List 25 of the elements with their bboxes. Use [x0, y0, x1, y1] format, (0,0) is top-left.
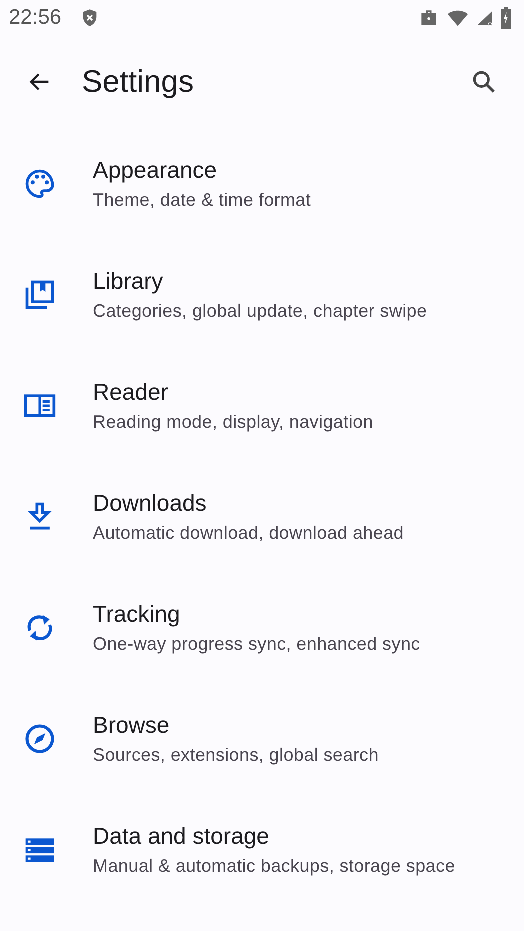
item-subtitle: Theme, date & time format [93, 190, 312, 210]
item-title: Downloads [93, 490, 208, 516]
settings-item[interactable]: Tracking One-way progress sync, enhanced sync [0, 572, 524, 683]
item-title: Library [93, 268, 164, 294]
item-subtitle: One-way progress sync, enhanced sync [93, 634, 420, 654]
item-title: Reader [93, 378, 170, 406]
settings-item[interactable]: Downloads Automatic download, download ahead [0, 461, 524, 572]
item-title: Appearance [93, 156, 218, 184]
item-title: Data and storage [93, 822, 270, 850]
item-subtitle: Manual & automatic backups, storage space [93, 856, 456, 876]
item-subtitle: Categories, global update, chapter swipe [93, 300, 428, 322]
item-subtitle: Automatic download, download ahead [93, 522, 404, 544]
settings-item[interactable]: Browse Sources, extensions, global search [0, 683, 524, 794]
item-subtitle: Reading mode, display, navigation [93, 412, 374, 432]
settings-item[interactable]: Reader Reading mode, display, navigation [0, 350, 524, 461]
item-title: Browse [93, 712, 171, 738]
settings-item[interactable]: Appearance Theme, date & time format [0, 128, 524, 239]
item-subtitle: Sources, extensions, global search [93, 744, 379, 766]
settings-item[interactable]: Library Categories, global update, chapter swipe [0, 239, 524, 350]
settings-item[interactable]: Data and storage Manual & automatic backups, storage space [0, 794, 524, 905]
battery-icon [500, 6, 512, 30]
status-time: 22:56 [9, 6, 62, 30]
screen-title: Settings [82, 64, 194, 100]
item-title: Tracking [93, 600, 182, 628]
compass-icon [23, 722, 57, 756]
